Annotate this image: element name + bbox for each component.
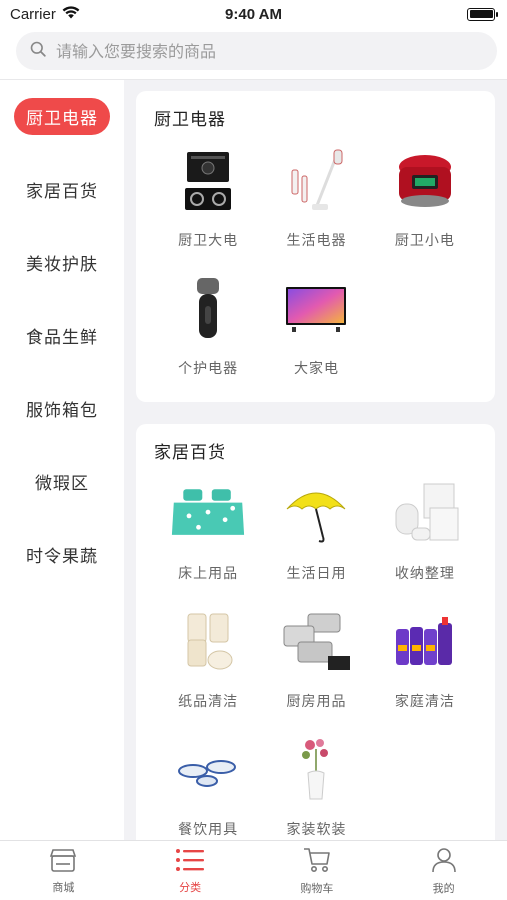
search-input[interactable] bbox=[56, 41, 456, 61]
cookware-image bbox=[278, 607, 354, 677]
sidebar-item-flawed[interactable]: 微瑕区 bbox=[0, 445, 124, 518]
umbrella-image bbox=[278, 479, 354, 549]
wifi-icon bbox=[62, 5, 80, 23]
subcategory-label: 收纳整理 bbox=[394, 566, 455, 582]
subcategory-item[interactable]: 纸品清洁 bbox=[154, 599, 262, 727]
sidebar-item-label: 时令果蔬 bbox=[26, 547, 98, 567]
search-bar[interactable] bbox=[16, 32, 497, 70]
tissue-rolls-image bbox=[170, 607, 246, 677]
sidebar-item-seasonal-produce[interactable]: 时令果蔬 bbox=[0, 518, 124, 591]
sidebar-item-kitchen-appliances[interactable]: 厨卫电器 bbox=[0, 80, 124, 153]
tab-label: 分类 bbox=[179, 880, 202, 894]
sidebar-item-fresh-food[interactable]: 食品生鲜 bbox=[0, 299, 124, 372]
subcategory-item[interactable]: 大家电 bbox=[262, 266, 370, 394]
vacuum-cleaner-image bbox=[278, 146, 354, 216]
store-icon bbox=[48, 847, 78, 877]
subcategory-label: 生活电器 bbox=[286, 233, 347, 249]
tab-profile[interactable]: 我的 bbox=[380, 841, 507, 900]
subcategory-label: 厨房用品 bbox=[286, 694, 347, 710]
subcategory-label: 厨卫大电 bbox=[178, 233, 239, 249]
sidebar-item-label: 美妆护肤 bbox=[26, 255, 98, 275]
tab-label: 商城 bbox=[52, 880, 75, 894]
subcategory-label: 个护电器 bbox=[178, 361, 239, 377]
subcategory-item[interactable]: 床上用品 bbox=[154, 471, 262, 599]
subcategory-label: 家庭清洁 bbox=[394, 694, 455, 710]
category-card-home-goods: 家居百货 床上用品 生活日用 收纳整理 纸品清洁 厨房用品 家庭清洁 餐饮用具 … bbox=[136, 424, 495, 840]
subcategory-item[interactable]: 家庭清洁 bbox=[371, 599, 479, 727]
list-icon bbox=[174, 847, 206, 877]
tab-category[interactable]: 分类 bbox=[127, 841, 254, 900]
sidebar-item-home-goods[interactable]: 家居百货 bbox=[0, 153, 124, 226]
subcategory-grid: 床上用品 生活日用 收纳整理 纸品清洁 厨房用品 家庭清洁 餐饮用具 家装软装 bbox=[154, 471, 479, 840]
sidebar-item-label: 服饰箱包 bbox=[26, 401, 98, 421]
subcategory-item[interactable]: 家装软装 bbox=[262, 727, 370, 840]
flower-vase-image bbox=[278, 735, 354, 805]
bedding-image bbox=[170, 479, 246, 549]
cart-icon bbox=[302, 846, 332, 878]
user-icon bbox=[430, 846, 458, 878]
search-area bbox=[0, 32, 507, 78]
tab-label: 我的 bbox=[432, 881, 455, 895]
sidebar-item-label: 家居百货 bbox=[26, 182, 98, 202]
subcategory-item[interactable]: 生活电器 bbox=[262, 138, 370, 266]
subcategory-label: 家装软装 bbox=[286, 822, 347, 838]
section-title: 家居百货 bbox=[154, 443, 226, 463]
category-sidebar: 厨卫电器 家居百货 美妆护肤 食品生鲜 服饰箱包 微瑕区 时令果蔬 bbox=[0, 80, 124, 840]
subcategory-label: 生活日用 bbox=[286, 566, 347, 582]
tab-label: 购物车 bbox=[300, 881, 334, 895]
tab-cart[interactable]: 购物车 bbox=[254, 841, 381, 900]
subcategory-label: 大家电 bbox=[293, 361, 339, 377]
sidebar-item-apparel[interactable]: 服饰箱包 bbox=[0, 372, 124, 445]
battery-icon bbox=[467, 7, 498, 21]
sidebar-item-label: 厨卫电器 bbox=[14, 98, 110, 135]
subcategory-item[interactable]: 个护电器 bbox=[154, 266, 262, 394]
sidebar-item-label: 食品生鲜 bbox=[26, 328, 98, 348]
electric-shaver-image bbox=[170, 274, 246, 344]
subcategory-label: 餐饮用具 bbox=[178, 822, 239, 838]
bottom-tab-bar: 商城 分类 购物车 我的 bbox=[0, 840, 507, 900]
subcategory-label: 厨卫小电 bbox=[394, 233, 455, 249]
subcategory-item[interactable]: 厨卫小电 bbox=[371, 138, 479, 266]
tableware-image bbox=[170, 735, 246, 805]
sidebar-item-beauty[interactable]: 美妆护肤 bbox=[0, 226, 124, 299]
carrier-label: Carrier bbox=[10, 5, 56, 23]
storage-bags-image bbox=[387, 479, 463, 549]
category-card-kitchen-appliances: 厨卫电器 厨卫大电 生活电器 厨卫小电 个护电器 大家电 bbox=[136, 91, 495, 402]
detergent-bottles-image bbox=[387, 607, 463, 677]
category-content: 厨卫电器 厨卫大电 生活电器 厨卫小电 个护电器 大家电 家居百货 床上用品 生… bbox=[124, 80, 507, 840]
rice-cooker-image bbox=[387, 146, 463, 216]
subcategory-label: 纸品清洁 bbox=[178, 694, 239, 710]
subcategory-item[interactable]: 厨卫大电 bbox=[154, 138, 262, 266]
sidebar-item-label: 微瑕区 bbox=[35, 474, 89, 494]
range-hood-stove-image bbox=[170, 146, 246, 216]
subcategory-item[interactable]: 厨房用品 bbox=[262, 599, 370, 727]
search-icon bbox=[30, 41, 46, 61]
tab-store[interactable]: 商城 bbox=[0, 841, 127, 900]
subcategory-grid: 厨卫大电 生活电器 厨卫小电 个护电器 大家电 bbox=[154, 138, 479, 394]
subcategory-item[interactable]: 生活日用 bbox=[262, 471, 370, 599]
subcategory-item[interactable]: 餐饮用具 bbox=[154, 727, 262, 840]
section-title: 厨卫电器 bbox=[154, 110, 226, 130]
status-bar: Carrier 9:40 AM bbox=[0, 0, 507, 28]
carrier-info: Carrier bbox=[10, 6, 80, 23]
television-image bbox=[278, 274, 354, 344]
subcategory-label: 床上用品 bbox=[178, 566, 239, 582]
subcategory-item[interactable]: 收纳整理 bbox=[371, 471, 479, 599]
